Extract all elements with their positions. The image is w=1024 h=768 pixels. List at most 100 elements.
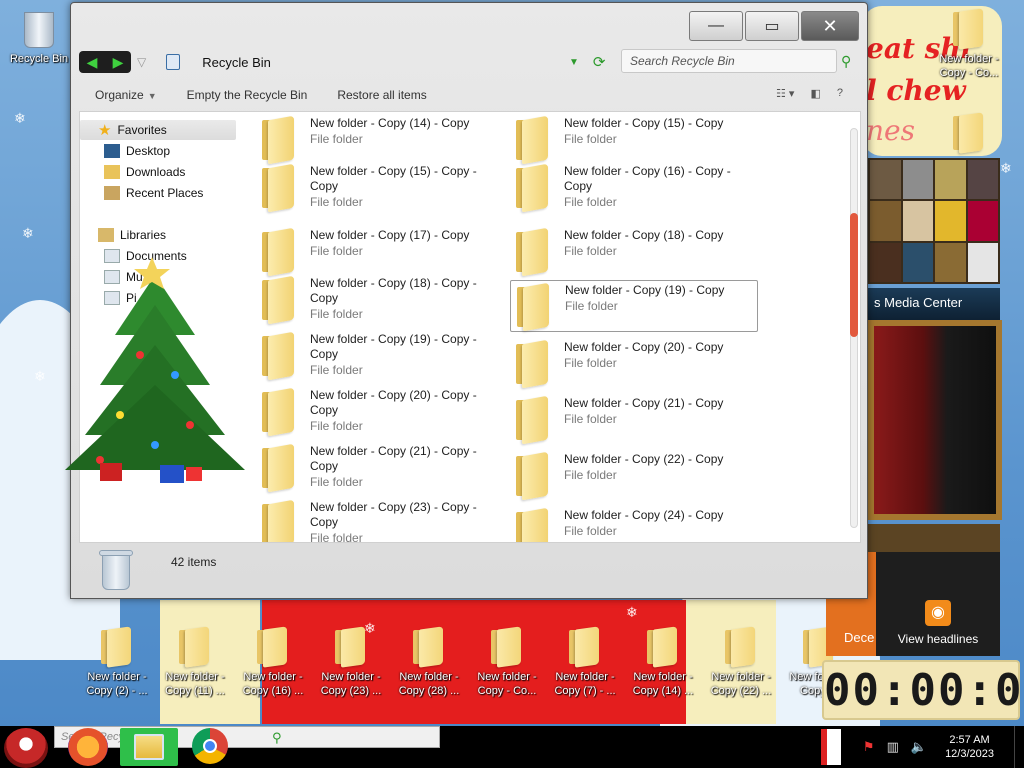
file-item[interactable]: New folder - Copy (23) - Copy - Copy File… bbox=[256, 498, 504, 542]
file-item[interactable]: New folder - Copy (20) - Copy File folder bbox=[510, 338, 758, 390]
organize-button[interactable]: Organize ▼ bbox=[95, 88, 157, 102]
file-type: File folder bbox=[564, 356, 617, 370]
breadcrumb-recycle-bin[interactable]: Recycle Bin bbox=[202, 55, 271, 70]
file-type: File folder bbox=[564, 244, 617, 258]
back-forward-buttons[interactable]: ◀ ▶ bbox=[79, 51, 131, 73]
file-item[interactable]: New folder - Copy (19) - Copy - Copy File… bbox=[256, 330, 504, 382]
action-center-icon[interactable]: ⚑ bbox=[863, 739, 875, 755]
clock[interactable]: 2:57 AM 12/3/2023 bbox=[945, 733, 994, 761]
help-icon[interactable]: ? bbox=[837, 87, 843, 100]
folder-icon bbox=[567, 626, 603, 668]
file-item[interactable]: New folder - Copy (15) - Copy File folder bbox=[510, 114, 758, 166]
desktop-icon-folder[interactable]: New folder - Copy - Co... bbox=[932, 8, 1006, 80]
desktop-icon-folder[interactable]: New folder - Copy (23) ... bbox=[314, 626, 388, 698]
desktop-icon-folder[interactable]: New folder - Copy (14) ... bbox=[626, 626, 700, 698]
file-name: New folder - Copy (22) - Copy bbox=[564, 452, 724, 466]
scrollbar-thumb[interactable] bbox=[850, 213, 858, 337]
folder-icon bbox=[177, 626, 213, 668]
folder-icon bbox=[510, 226, 560, 277]
file-item[interactable]: New folder - Copy (20) - Copy - Copy File… bbox=[256, 386, 504, 438]
nav-recent-places[interactable]: Recent Places bbox=[104, 186, 203, 200]
explorer-taskbar-button[interactable] bbox=[120, 728, 178, 766]
volume-icon[interactable]: 🔈 bbox=[911, 739, 927, 755]
maximize-button[interactable]: ▭ bbox=[745, 11, 799, 41]
file-item[interactable]: New folder - Copy (21) - Copy - Copy File… bbox=[256, 442, 504, 494]
file-item[interactable]: New folder - Copy (18) - Copy - Copy File… bbox=[256, 274, 504, 326]
nav-libraries[interactable]: Libraries bbox=[98, 228, 166, 242]
navigation-bar: ◀ ▶ ▽ Recycle Bin ▼ ⟳ Search Recycle Bin… bbox=[79, 47, 861, 77]
digital-clock-gadget: 00:00:00 bbox=[822, 660, 1024, 720]
taskbar: Search Recy ⚲ ⚑ ▥ 🔈 2:57 AM 12/3/2023 bbox=[0, 726, 1024, 768]
file-item[interactable]: New folder - Copy (14) - Copy File folder bbox=[256, 114, 504, 166]
feed-headlines-gadget[interactable]: ◉ View headlines bbox=[876, 552, 1000, 656]
nav-label: Desktop bbox=[126, 144, 171, 158]
view-headlines-label: View headlines bbox=[897, 632, 979, 646]
desktop-icon-folder[interactable]: New folder - Copy - Co... bbox=[470, 626, 544, 698]
file-name: New folder - Copy (20) - Copy - Copy bbox=[310, 388, 477, 417]
chrome-taskbar-button[interactable] bbox=[192, 728, 228, 764]
folder-icon bbox=[510, 506, 560, 542]
search-icon[interactable]: ⚲ bbox=[272, 730, 282, 746]
firefox-taskbar-button[interactable] bbox=[68, 728, 108, 766]
file-item[interactable]: New folder - Copy (16) - Copy - Copy File… bbox=[510, 162, 758, 214]
desktop-icon-folder[interactable]: New folder - Copy (28) ... bbox=[392, 626, 466, 698]
show-desktop-button[interactable] bbox=[1014, 726, 1024, 768]
folder-icon bbox=[99, 626, 135, 668]
desktop-icon-label: New folder - Copy (28) ... bbox=[398, 671, 460, 697]
file-item[interactable]: New folder - Copy (21) - Copy File folder bbox=[510, 394, 758, 446]
forward-arrow-icon[interactable]: ▶ bbox=[113, 54, 124, 71]
nav-desktop[interactable]: Desktop bbox=[104, 144, 170, 158]
file-item[interactable]: New folder - Copy (22) - Copy File folder bbox=[510, 450, 758, 502]
file-item[interactable]: New folder - Copy (19) - Copy File folder bbox=[510, 280, 758, 332]
minimize-button[interactable]: — bbox=[689, 11, 743, 41]
organize-label: Organize bbox=[95, 88, 144, 102]
folder-icon bbox=[256, 442, 306, 493]
change-view-icon[interactable]: ☷ ▾ bbox=[776, 87, 794, 100]
desktop-icon-label: Recycle Bin bbox=[9, 53, 69, 65]
taskbar-search-input[interactable]: Search Recy bbox=[54, 726, 440, 748]
folder-icon bbox=[723, 626, 759, 668]
file-name: New folder - Copy (20) - Copy bbox=[564, 340, 724, 354]
desktop-icon-folder[interactable]: New folder - Copy (16) ... bbox=[236, 626, 310, 698]
nav-label: Downloads bbox=[126, 165, 186, 179]
network-icon[interactable]: ▥ bbox=[887, 739, 899, 755]
vertical-scrollbar[interactable] bbox=[850, 128, 858, 528]
file-name: New folder - Copy (16) - Copy - Copy bbox=[564, 164, 731, 193]
address-bar[interactable]: Recycle Bin bbox=[166, 50, 566, 74]
address-dropdown-icon[interactable]: ▼ bbox=[569, 57, 579, 68]
restore-all-items-button[interactable]: Restore all items bbox=[337, 88, 426, 102]
media-center-tiles[interactable] bbox=[868, 158, 1000, 284]
back-arrow-icon[interactable]: ◀ bbox=[87, 54, 98, 71]
close-button[interactable]: ✕ bbox=[801, 11, 859, 41]
desktop-icon-folder[interactable]: New folder - Copy (2) - ... bbox=[80, 626, 154, 698]
nav-downloads[interactable]: Downloads bbox=[104, 165, 185, 179]
desktop-icon-folder[interactable]: New folder - Copy (11) ... bbox=[158, 626, 232, 698]
media-center-gadget-title[interactable]: s Media Center bbox=[868, 288, 1000, 320]
folder-icon bbox=[510, 114, 560, 165]
recent-pages-dropdown-icon[interactable]: ▽ bbox=[137, 55, 146, 69]
desktop-icon-folder[interactable]: New folder - Copy (7) - ... bbox=[548, 626, 622, 698]
nav-label: Recent Places bbox=[126, 186, 204, 200]
desktop-icon-label: New folder - Copy (7) - ... bbox=[554, 671, 616, 697]
desktop-icon-folder[interactable] bbox=[932, 112, 1006, 156]
recycle-bin-icon bbox=[22, 8, 56, 48]
file-type: File folder bbox=[564, 468, 617, 482]
desktop-icon-folder[interactable]: New folder - Copy (22) ... bbox=[704, 626, 778, 698]
file-name: New folder - Copy (24) - Copy bbox=[564, 508, 724, 522]
file-item[interactable]: New folder - Copy (17) - Copy File folder bbox=[256, 226, 504, 278]
search-icon[interactable]: ⚲ bbox=[841, 53, 851, 70]
search-input[interactable]: Search Recycle Bin bbox=[621, 49, 837, 73]
file-item[interactable]: New folder - Copy (24) - Copy File folder bbox=[510, 506, 758, 542]
empty-recycle-bin-button[interactable]: Empty the Recycle Bin bbox=[187, 88, 308, 102]
recycle-bin-icon bbox=[166, 54, 181, 70]
christmas-tree-gadget[interactable] bbox=[60, 255, 250, 490]
file-item[interactable]: New folder - Copy (15) - Copy - Copy File… bbox=[256, 162, 504, 214]
refresh-icon[interactable]: ⟳ bbox=[593, 53, 606, 71]
nav-favorites[interactable]: ★ Favorites bbox=[80, 120, 236, 140]
folder-icon bbox=[510, 162, 560, 213]
file-item[interactable]: New folder - Copy (18) - Copy File folder bbox=[510, 226, 758, 278]
preview-pane-icon[interactable]: ◧ bbox=[810, 87, 820, 100]
desktop-icon-recycle-bin[interactable]: Recycle Bin bbox=[2, 8, 76, 66]
start-button[interactable] bbox=[4, 728, 48, 768]
recycle-bin-icon bbox=[99, 548, 133, 590]
